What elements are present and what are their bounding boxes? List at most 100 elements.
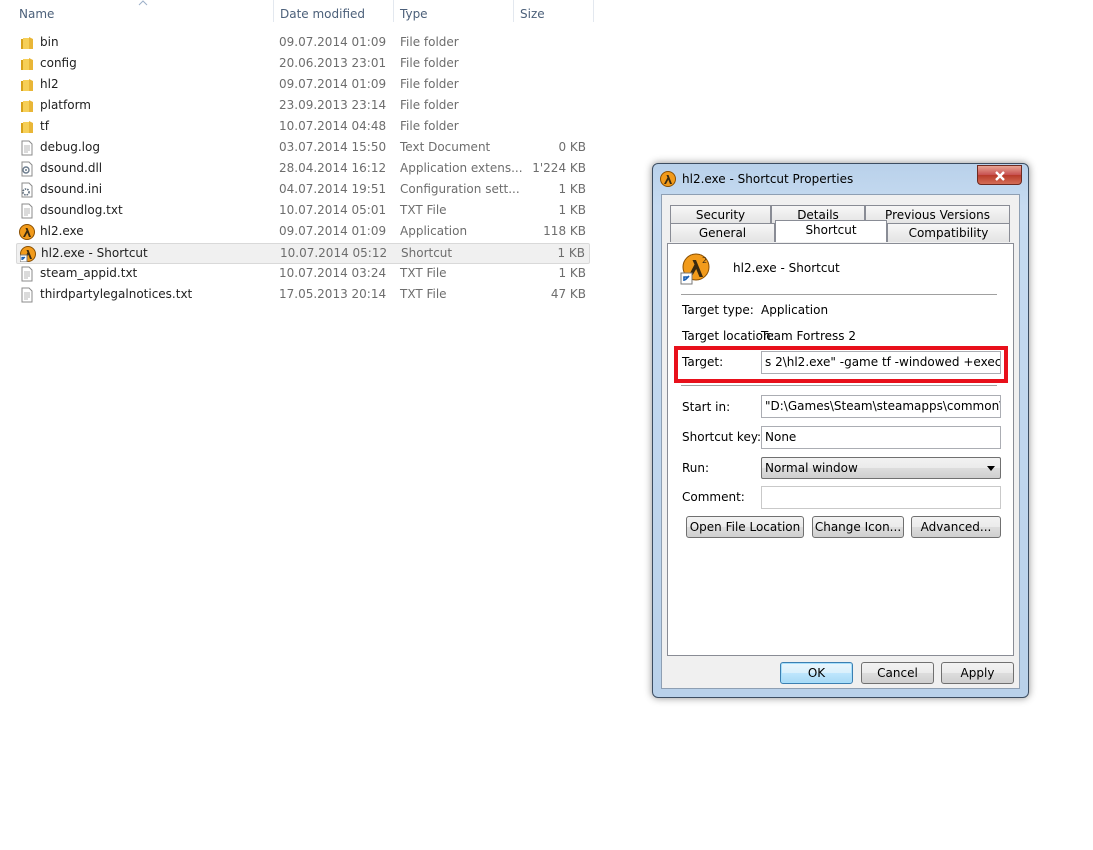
file-type: File folder xyxy=(400,98,459,112)
file-name: dsound.ini xyxy=(40,182,103,196)
file-row[interactable]: bin 09.07.2014 01:09 File folder xyxy=(16,33,590,54)
file-size: 47 KB xyxy=(550,287,586,301)
shortcut-tab-panel: 2 hl2.exe - Shortcut Target type: Applic… xyxy=(667,243,1014,656)
file-row[interactable]: hl2.exe - Shortcut 10.07.2014 05:12 Shortc… xyxy=(16,243,590,264)
file-date-modified: 10.07.2014 03:24 xyxy=(279,266,387,280)
start-in-input[interactable]: "D:\Games\Steam\steamapps\common\Team Fo xyxy=(761,395,1001,418)
tab-security[interactable]: Security xyxy=(670,205,771,224)
file-date-modified: 20.06.2013 23:01 xyxy=(279,56,387,70)
file-date-modified: 04.07.2014 19:51 xyxy=(279,182,387,196)
dialog-title: hl2.exe - Shortcut Properties xyxy=(682,172,854,186)
chevron-down-icon xyxy=(987,466,995,471)
file-row[interactable]: dsound.dll 28.04.2014 16:12 Application ex… xyxy=(16,159,590,180)
file-type: File folder xyxy=(400,56,459,70)
change-icon-button[interactable]: Change Icon... xyxy=(812,516,904,538)
file-name: hl2.exe xyxy=(40,224,84,238)
file-type: Application xyxy=(400,224,468,238)
file-row[interactable]: config 20.06.2013 23:01 File folder xyxy=(16,54,590,75)
column-header-size[interactable]: Size xyxy=(513,0,593,26)
file-name: steam_appid.txt xyxy=(40,266,138,280)
file-name: debug.log xyxy=(40,140,100,154)
file-row[interactable]: dsound.ini 04.07.2014 19:51 Configuration … xyxy=(16,180,590,201)
file-row[interactable]: hl2 09.07.2014 01:09 File folder xyxy=(16,75,590,96)
comment-label: Comment: xyxy=(682,490,745,504)
file-name: thirdpartylegalnotices.txt xyxy=(40,287,193,301)
folder-icon xyxy=(19,56,35,72)
text-file-icon xyxy=(19,287,35,303)
column-divider[interactable] xyxy=(593,0,594,22)
comment-input[interactable] xyxy=(761,486,1001,509)
run-dropdown[interactable]: Normal window xyxy=(761,457,1001,479)
shortcut-name: hl2.exe - Shortcut xyxy=(733,261,840,275)
tab-shortcut[interactable]: Shortcut xyxy=(775,220,887,242)
apply-button[interactable]: Apply xyxy=(941,662,1014,684)
file-type: File folder xyxy=(400,35,459,49)
ok-button[interactable]: OK xyxy=(780,662,853,684)
file-date-modified: 23.09.2013 23:14 xyxy=(279,98,387,112)
file-date-modified: 09.07.2014 01:09 xyxy=(279,35,387,49)
file-row[interactable]: debug.log 03.07.2014 15:50 Text Document 0 … xyxy=(16,138,590,159)
file-type: File folder xyxy=(400,77,459,91)
file-name: hl2.exe - Shortcut xyxy=(41,246,148,260)
file-size: 1 KB xyxy=(558,203,586,217)
file-type: Text Document xyxy=(400,140,491,154)
tab-compatibility[interactable]: Compatibility xyxy=(887,223,1010,242)
column-header-type[interactable]: Type xyxy=(393,0,513,26)
file-date-modified: 10.07.2014 04:48 xyxy=(279,119,387,133)
half-life-shortcut-icon xyxy=(19,246,36,263)
file-type: TXT File xyxy=(400,287,447,301)
file-name: config xyxy=(40,56,77,70)
file-row[interactable]: steam_appid.txt 10.07.2014 03:24 TXT File 1… xyxy=(16,264,590,285)
file-row[interactable]: hl2.exe 09.07.2014 01:09 Application 118 KB xyxy=(16,222,590,243)
file-size: 1 KB xyxy=(558,266,586,280)
shortcut-properties-dialog: hl2.exe - Shortcut Properties Security D… xyxy=(652,163,1029,698)
column-header-date[interactable]: Date modified xyxy=(273,0,393,26)
file-size: 118 KB xyxy=(543,224,586,238)
divider xyxy=(681,385,997,386)
tab-general[interactable]: General xyxy=(670,223,775,242)
column-header-name[interactable]: Name xyxy=(12,0,272,26)
advanced-button[interactable]: Advanced... xyxy=(911,516,1001,538)
text-file-icon xyxy=(19,140,35,156)
run-label: Run: xyxy=(682,461,710,475)
text-file-icon xyxy=(19,266,35,282)
shortcut-key-input[interactable]: None xyxy=(761,426,1001,449)
file-type: Configuration sett... xyxy=(400,182,520,196)
file-date-modified: 10.07.2014 05:01 xyxy=(279,203,387,217)
file-date-modified: 28.04.2014 16:12 xyxy=(279,161,387,175)
file-type: Shortcut xyxy=(401,246,453,260)
file-date-modified: 09.07.2014 01:09 xyxy=(279,77,387,91)
file-date-modified: 09.07.2014 01:09 xyxy=(279,224,387,238)
file-name: tf xyxy=(40,119,49,133)
half-life-icon xyxy=(19,224,35,240)
start-in-label: Start in: xyxy=(682,400,731,414)
folder-icon xyxy=(19,77,35,93)
text-file-icon xyxy=(19,203,35,219)
folder-icon xyxy=(19,119,35,135)
file-size: 1 KB xyxy=(558,182,586,196)
file-size: 1'224 KB xyxy=(532,161,586,175)
target-type-label: Target type: xyxy=(682,303,754,317)
half-life-shortcut-icon: 2 xyxy=(680,253,710,285)
shortcut-key-label: Shortcut key: xyxy=(682,430,762,444)
dll-file-icon xyxy=(19,161,35,177)
open-file-location-button[interactable]: Open File Location xyxy=(686,516,804,538)
file-row[interactable]: platform 23.09.2013 23:14 File folder xyxy=(16,96,590,117)
target-type-value: Application xyxy=(761,303,829,317)
file-name: hl2 xyxy=(40,77,59,91)
close-button[interactable] xyxy=(977,165,1022,185)
file-date-modified: 03.07.2014 15:50 xyxy=(279,140,387,154)
file-type: File folder xyxy=(400,119,459,133)
file-row[interactable]: tf 10.07.2014 04:48 File folder xyxy=(16,117,590,138)
dialog-client-area: Security Details Previous Versions Gener… xyxy=(661,194,1020,689)
cancel-button[interactable]: Cancel xyxy=(861,662,934,684)
divider xyxy=(681,294,997,295)
svg-text:2: 2 xyxy=(702,256,707,265)
file-date-modified: 10.07.2014 05:12 xyxy=(280,246,388,260)
file-size: 1 KB xyxy=(557,246,585,260)
folder-icon xyxy=(19,35,35,51)
file-name: dsoundlog.txt xyxy=(40,203,123,217)
file-row[interactable]: dsoundlog.txt 10.07.2014 05:01 TXT File 1 K… xyxy=(16,201,590,222)
file-type: TXT File xyxy=(400,203,447,217)
file-row[interactable]: thirdpartylegalnotices.txt 17.05.2013 20:… xyxy=(16,285,590,306)
